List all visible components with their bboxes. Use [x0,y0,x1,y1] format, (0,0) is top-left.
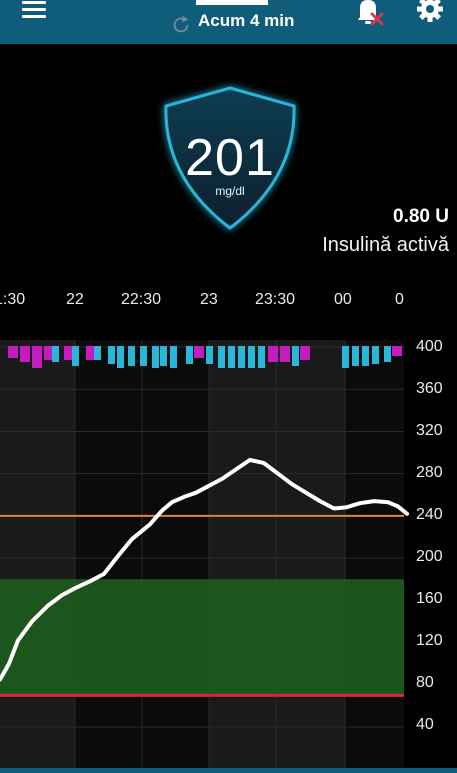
bolus-bar [160,346,167,366]
bolus-bar [258,346,265,368]
bolus-bar [170,346,177,368]
bolus-bar [128,346,135,366]
active-insulin-label: Insulină activă [322,234,449,256]
bolus-bar [384,346,391,362]
basal-bar [32,346,42,368]
bolus-bar [186,346,193,364]
glucose-unit: mg/dl [215,184,245,198]
basal-bar [8,346,18,358]
bolus-bar [117,346,124,368]
bolus-bar [342,346,349,368]
bolus-bar [292,346,299,366]
bolus-bar [94,346,101,360]
time-label: 00 [334,291,352,308]
chart-background [0,340,404,768]
gear-icon[interactable] [414,0,446,26]
time-label: 23 [200,291,218,308]
bolus-bar [362,346,369,366]
bottom-strip [0,768,457,773]
time-label: 22 [66,291,84,308]
basal-bar [268,346,278,362]
basal-bar [280,346,290,362]
last-update-status: Acum 4 min [198,11,295,30]
bolus-bar [218,346,225,368]
time-label: 0 [395,291,404,308]
bolus-bar [228,346,235,368]
basal-bar [20,346,30,362]
glucose-value: 201 [185,129,275,187]
time-label: 23:30 [255,291,296,308]
bolus-bar [352,346,359,366]
bolus-bar [72,346,79,366]
bolus-bar [372,346,379,364]
bolus-bar [140,346,147,366]
bolus-bar [238,346,245,368]
time-label: 22:30 [121,291,162,308]
bolus-bar [248,346,255,368]
bolus-bar [52,346,59,362]
active-insulin-value: 0.80 U [393,206,449,227]
bolus-bar [206,346,213,364]
glucose-chart[interactable] [0,340,457,768]
top-app-bar: Acum 4 min [0,0,457,44]
bell-muted-icon[interactable] [352,0,384,28]
basal-bar [194,346,204,358]
tab-indicator [196,0,268,5]
time-label: 1:30 [0,291,26,308]
sync-icon[interactable] [170,14,192,36]
menu-icon[interactable] [22,0,48,22]
basal-bar [392,346,402,356]
bolus-bar [108,346,115,364]
basal-bar [300,346,310,360]
bolus-bar [152,346,159,368]
